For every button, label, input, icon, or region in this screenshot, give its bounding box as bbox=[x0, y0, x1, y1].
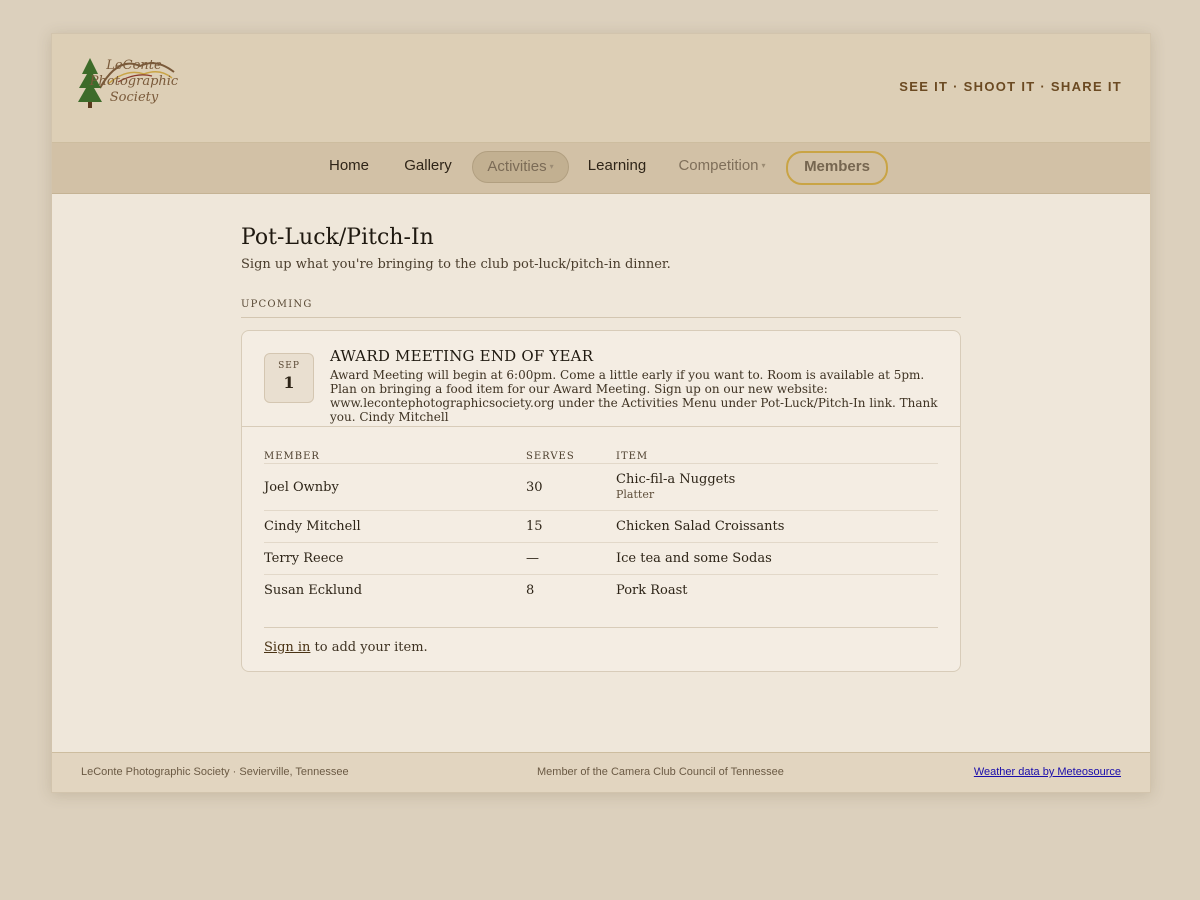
cell-member: Joel Ownby bbox=[264, 480, 339, 495]
cell-member: Cindy Mitchell bbox=[264, 519, 361, 534]
card-divider bbox=[264, 627, 938, 628]
nav-learning[interactable]: Learning bbox=[578, 151, 656, 181]
section-label-upcoming: UPCOMING bbox=[241, 299, 313, 310]
cell-member: Terry Reece bbox=[264, 551, 344, 566]
event-card: SEP 1 AWARD MEETING END OF YEAR Award Me… bbox=[241, 330, 961, 672]
weather-credit-link[interactable]: Weather data by Meteosource bbox=[974, 766, 1121, 778]
cell-item: Chicken Salad Croissants bbox=[616, 519, 785, 534]
nav-home[interactable]: Home bbox=[318, 151, 380, 181]
site-footer: LeConte Photographic Society · Seviervil… bbox=[52, 752, 1150, 792]
cell-item: Ice tea and some Sodas bbox=[616, 551, 772, 566]
date-month: SEP bbox=[278, 361, 300, 371]
nav-activities-label: Activities bbox=[487, 158, 547, 175]
site-tagline: SEE IT · SHOOT IT · SHARE IT bbox=[899, 79, 1122, 94]
table-row: Cindy Mitchell 15 Chicken Salad Croissan… bbox=[264, 510, 938, 543]
main-nav: Home Gallery Activities ▾ Learning Compet… bbox=[52, 143, 1150, 194]
page-title: Pot-Luck/Pitch-In bbox=[241, 225, 434, 250]
footer-org: LeConte Photographic Society · Seviervil… bbox=[81, 766, 349, 778]
logo-wordmark: LeConte Photographic Society bbox=[89, 58, 179, 105]
nav-members-button[interactable]: Members bbox=[786, 151, 888, 185]
event-description: Award Meeting will begin at 6:00pm. Come… bbox=[330, 368, 938, 424]
footer-membership: Member of the Camera Club Council of Ten… bbox=[537, 766, 784, 778]
nav-competition-label: Competition bbox=[678, 157, 759, 174]
column-header-serves: SERVES bbox=[526, 451, 575, 462]
cell-serves: 15 bbox=[526, 519, 543, 534]
page-frame: LeConte Photographic Society SEE IT · SH… bbox=[51, 33, 1151, 793]
signin-prompt-text: to add your item. bbox=[310, 640, 428, 655]
signin-link[interactable]: Sign in bbox=[264, 640, 310, 655]
chevron-down-icon: ▾ bbox=[549, 162, 554, 171]
section-divider bbox=[241, 317, 961, 318]
date-badge: SEP 1 bbox=[264, 353, 314, 403]
nav-activities[interactable]: Activities ▾ bbox=[472, 151, 569, 183]
cell-member: Susan Ecklund bbox=[264, 583, 363, 598]
cell-serves: 30 bbox=[526, 480, 543, 495]
signin-prompt: Sign in to add your item. bbox=[264, 640, 428, 655]
date-day: 1 bbox=[283, 373, 295, 392]
cell-serves: — bbox=[526, 551, 539, 566]
table-row: Terry Reece — Ice tea and some Sodas bbox=[264, 542, 938, 575]
table-row: Susan Ecklund 8 Pork Roast bbox=[264, 574, 938, 607]
cell-item: Pork Roast bbox=[616, 583, 688, 598]
event-title: AWARD MEETING END OF YEAR bbox=[330, 347, 594, 365]
column-header-member: MEMBER bbox=[264, 451, 320, 462]
event-header: SEP 1 AWARD MEETING END OF YEAR Award Me… bbox=[242, 331, 960, 427]
cell-item: Chic-fil-a Nuggets bbox=[616, 472, 736, 487]
nav-gallery[interactable]: Gallery bbox=[394, 151, 462, 181]
column-header-item: ITEM bbox=[616, 451, 649, 462]
nav-competition[interactable]: Competition ▾ bbox=[672, 151, 772, 181]
page-subtitle: Sign up what you're bringing to the club… bbox=[241, 257, 671, 272]
table-row: Joel Ownby 30 Chic-fil-a Nuggets Platter bbox=[264, 463, 938, 511]
cell-item-note: Platter bbox=[616, 488, 655, 501]
site-header: LeConte Photographic Society SEE IT · SH… bbox=[52, 34, 1150, 143]
cell-serves: 8 bbox=[526, 583, 535, 598]
chevron-down-icon: ▾ bbox=[761, 161, 766, 170]
